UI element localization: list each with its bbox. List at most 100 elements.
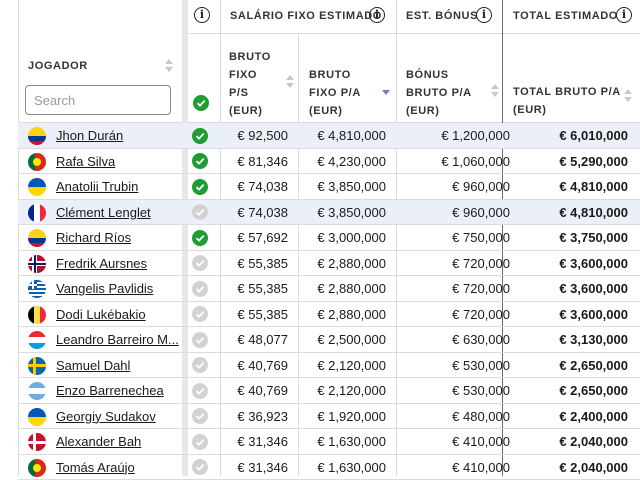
player-name-link[interactable]: Dodi Lukébakio: [56, 302, 184, 327]
flag-colombia-icon: [28, 127, 46, 145]
total-pa-cell: € 2,040,000: [559, 429, 628, 454]
bruto-pa-cell: € 2,880,000: [317, 302, 386, 327]
table-row[interactable]: Clément Lenglet € 74,038 € 3,850,000 € 960,…: [18, 200, 640, 226]
table-row[interactable]: Leandro Barreiro M...€ 48,077€ 2,500,000…: [18, 327, 640, 353]
table-row[interactable]: Georgiy Sudakov € 36,923 € 1,920,000 € 480,…: [18, 404, 640, 430]
flag-norway-icon: [28, 255, 46, 273]
verified-check-icon: [192, 179, 208, 195]
unverified-check-icon: [192, 306, 208, 322]
bonus-pa-cell: € 960,000: [452, 174, 510, 199]
table-row[interactable]: Samuel Dahl€ 40,769€ 2,120,000€ 530,000€…: [18, 353, 640, 379]
unverified-check-icon: [192, 204, 208, 220]
info-icon-bonus[interactable]: i: [476, 7, 492, 23]
player-name-link[interactable]: Samuel Dahl: [56, 353, 184, 378]
total-pa-cell: € 3,130,000: [559, 327, 628, 352]
total-pa-cell: € 2,400,000: [559, 404, 628, 429]
total-pa-cell: € 5,290,000: [559, 149, 628, 174]
bruto-ps-cell: € 74,038: [237, 200, 288, 225]
total-pa-cell: € 2,650,000: [559, 378, 628, 403]
bruto-ps-cell: € 74,038: [237, 174, 288, 199]
player-name-link[interactable]: Jhon Durán: [56, 123, 184, 148]
unverified-check-icon: [192, 408, 208, 424]
bruto-ps-cell: € 48,077: [237, 327, 288, 352]
player-name-link[interactable]: Vangelis Pavlidis: [56, 276, 184, 301]
table-row[interactable]: Richard Ríos€ 57,692€ 3,000,000€ 750,000…: [18, 225, 640, 251]
bonus-pa-cell: € 1,200,000: [441, 123, 510, 148]
bruto-ps-cell: € 55,385: [237, 276, 288, 301]
bruto-pa-cell: € 3,850,000: [317, 200, 386, 225]
player-name-link[interactable]: Clément Lenglet: [56, 200, 184, 225]
header-bruto-ps: BRUTO FIXO P/S (EUR): [229, 48, 271, 120]
bonus-pa-cell: € 720,000: [452, 251, 510, 276]
table-row[interactable]: Vangelis Pavlidis€ 55,385€ 2,880,000€ 72…: [18, 276, 640, 302]
bruto-pa-cell: € 4,230,000: [317, 149, 386, 174]
info-icon-total[interactable]: i: [616, 7, 632, 23]
flag-colombia-icon: [28, 229, 46, 247]
player-name-link[interactable]: Alexander Bah: [56, 429, 184, 454]
table-row[interactable]: Tomás Araújo€ 31,346€ 1,630,000€ 410,000…: [18, 455, 640, 480]
player-name-link[interactable]: Anatolii Trubin: [56, 174, 184, 199]
bruto-pa-cell: € 2,880,000: [317, 276, 386, 301]
bruto-ps-cell: € 40,769: [237, 353, 288, 378]
table-row[interactable]: Dodi Lukébakio€ 55,385€ 2,880,000€ 720,0…: [18, 302, 640, 328]
total-pa-cell: € 3,750,000: [559, 225, 628, 250]
player-name-link[interactable]: Leandro Barreiro M...: [56, 327, 184, 352]
header-salario-group: SALÁRIO FIXO ESTIMADO: [230, 7, 382, 25]
bruto-ps-cell: € 36,923: [237, 404, 288, 429]
sort-total-pa-icon[interactable]: [624, 89, 632, 103]
bruto-pa-cell: € 2,120,000: [317, 378, 386, 403]
bruto-pa-cell: € 2,880,000: [317, 251, 386, 276]
bonus-pa-cell: € 530,000: [452, 378, 510, 403]
bonus-pa-cell: € 720,000: [452, 302, 510, 327]
player-name-link[interactable]: Richard Ríos: [56, 225, 184, 250]
total-pa-cell: € 4,810,000: [559, 174, 628, 199]
header-bonus-group: EST. BÓNUS: [406, 7, 478, 25]
table-row[interactable]: Anatolii Trubin € 74,038 € 3,850,000 € 960,…: [18, 174, 640, 200]
flag-belgium-icon: [28, 306, 46, 324]
bruto-pa-cell: € 4,810,000: [317, 123, 386, 148]
flag-luxembourg-icon: [28, 331, 46, 349]
bruto-pa-cell: € 2,120,000: [317, 353, 386, 378]
flag-ukraine-icon: [28, 178, 46, 196]
flag-argentina-icon: [28, 382, 46, 400]
verified-check-icon: [192, 128, 208, 144]
bruto-ps-cell: € 92,500: [237, 123, 288, 148]
verified-header-check-icon: [193, 95, 209, 111]
flag-portugal-icon: [28, 459, 46, 477]
sort-bruto-pa-desc-icon[interactable]: [382, 86, 390, 100]
total-pa-cell: € 3,600,000: [559, 251, 628, 276]
flag-sweden-icon: [28, 357, 46, 375]
player-name-link[interactable]: Rafa Silva: [56, 149, 184, 174]
total-pa-cell: € 2,650,000: [559, 353, 628, 378]
unverified-check-icon: [192, 255, 208, 271]
table-row[interactable]: Enzo Barrenechea € 40,769 € 2,120,000 € 530…: [18, 378, 640, 404]
bruto-ps-cell: € 31,346: [237, 429, 288, 454]
unverified-check-icon: [192, 357, 208, 373]
flag-portugal-icon: [28, 153, 46, 171]
bruto-pa-cell: € 1,920,000: [317, 404, 386, 429]
sort-jogador-icon[interactable]: [165, 59, 173, 73]
table-row[interactable]: Fredrik Aursnes€ 55,385€ 2,880,000€ 720,…: [18, 251, 640, 277]
player-name-link[interactable]: Fredrik Aursnes: [56, 251, 184, 276]
bonus-pa-cell: € 1,060,000: [441, 149, 510, 174]
info-icon-verified[interactable]: i: [194, 7, 210, 23]
table-row[interactable]: Alexander Bah€ 31,346€ 1,630,000€ 410,00…: [18, 429, 640, 455]
info-icon-salario[interactable]: i: [369, 7, 385, 23]
total-pa-cell: € 4,810,000: [559, 200, 628, 225]
verified-check-icon: [192, 230, 208, 246]
search-input[interactable]: [25, 85, 171, 115]
unverified-check-icon: [192, 434, 208, 450]
total-pa-cell: € 3,600,000: [559, 302, 628, 327]
bonus-pa-cell: € 480,000: [452, 404, 510, 429]
sort-bruto-ps-icon[interactable]: [286, 75, 294, 89]
table-row[interactable]: Jhon Durán € 92,500 € 4,810,000 € 1,200,000…: [18, 123, 640, 149]
total-pa-cell: € 3,600,000: [559, 276, 628, 301]
player-name-link[interactable]: Georgiy Sudakov: [56, 404, 184, 429]
table-row[interactable]: Rafa Silva€ 81,346€ 4,230,000€ 1,060,000…: [18, 149, 640, 175]
header-total-pa: TOTAL BRUTO P/A (EUR): [513, 83, 621, 119]
bruto-ps-cell: € 40,769: [237, 378, 288, 403]
bruto-pa-cell: € 3,850,000: [317, 174, 386, 199]
sort-bonus-pa-icon[interactable]: [491, 84, 499, 98]
player-name-link[interactable]: Enzo Barrenechea: [56, 378, 184, 403]
bonus-pa-cell: € 960,000: [452, 200, 510, 225]
